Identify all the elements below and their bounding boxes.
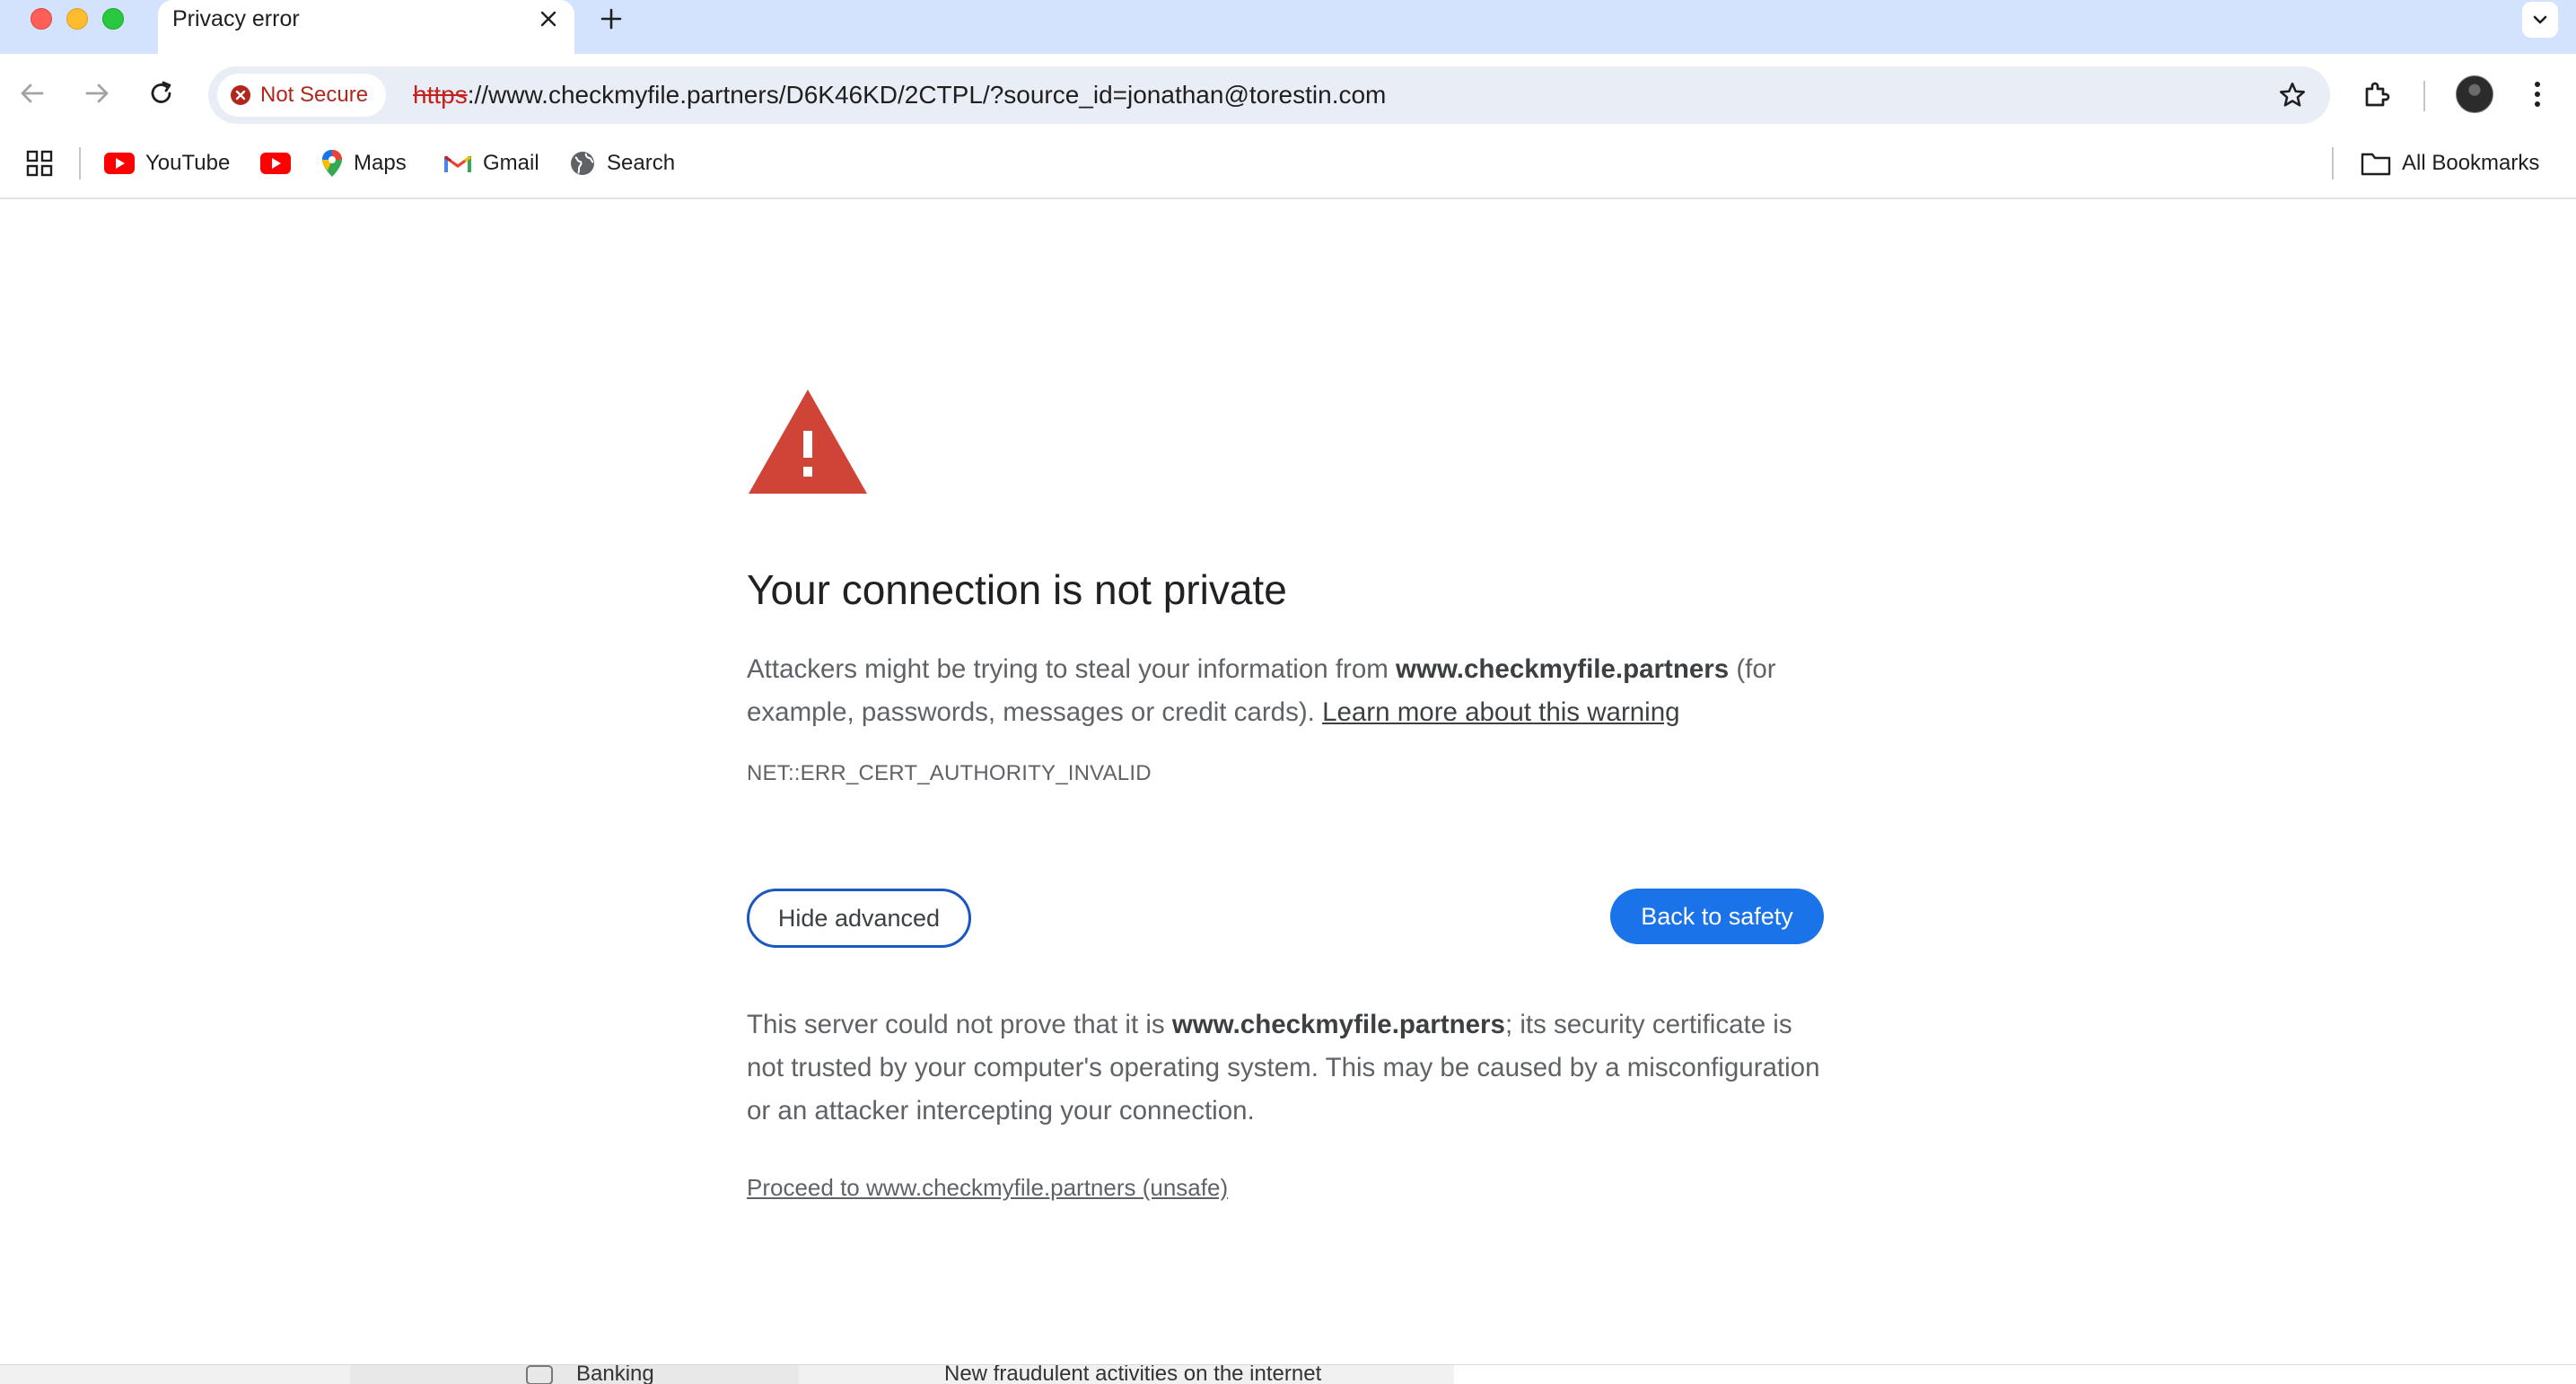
details-text: This server could not prove that it is	[747, 1010, 1172, 1039]
proceed-unsafe-link[interactable]: Proceed to www.checkmyfile.partners (uns…	[747, 1174, 1228, 1202]
bookmarks-divider	[2332, 147, 2334, 180]
warning-description: Attackers might be trying to steal your …	[747, 648, 1833, 734]
folder-icon	[2361, 151, 2391, 176]
close-icon[interactable]	[535, 5, 562, 32]
bookmark-youtube-icon-only[interactable]	[260, 145, 291, 181]
hide-advanced-button[interactable]: Hide advanced	[747, 889, 971, 948]
youtube-icon	[260, 153, 291, 174]
interstitial-page: Your connection is not private Attackers…	[0, 199, 2576, 1364]
maps-pin-icon	[321, 149, 343, 178]
window-zoom-button[interactable]	[102, 8, 124, 30]
background-headline: New fraudulent activities on the interne…	[944, 1364, 1322, 1384]
bookmark-label: Maps	[354, 151, 407, 175]
url-text[interactable]: https://www.checkmyfile.partners/D6K46KD…	[413, 81, 1386, 109]
globe-icon	[569, 150, 596, 177]
window-minimize-button[interactable]	[66, 8, 88, 30]
tab-privacy-error[interactable]: Privacy error	[158, 0, 574, 54]
window-close-button[interactable]	[31, 8, 52, 30]
background-panel	[350, 1365, 799, 1384]
advanced-details: This server could not prove that it is w…	[747, 1003, 1833, 1133]
security-chip[interactable]: Not Secure	[217, 74, 387, 117]
all-bookmarks-button[interactable]: All Bookmarks	[2361, 145, 2539, 181]
bookmark-gmail[interactable]: Gmail	[443, 145, 539, 181]
gmail-icon	[443, 153, 472, 174]
url-rest: ://www.checkmyfile.partners/D6K46KD/2CTP…	[467, 81, 1387, 109]
bookmark-label: Gmail	[483, 151, 539, 175]
page-title: Your connection is not private	[747, 566, 1287, 613]
bookmark-youtube[interactable]: YouTube	[104, 145, 230, 181]
bookmarks-divider	[79, 147, 81, 180]
warning-triangle-icon	[747, 388, 869, 495]
apps-grid-icon[interactable]	[25, 149, 54, 178]
reload-icon[interactable]	[142, 74, 181, 113]
toolbar-divider	[2423, 81, 2425, 111]
bookmark-search[interactable]: Search	[569, 145, 675, 181]
learn-more-link[interactable]: Learn more about this warning	[1322, 697, 1679, 727]
background-checkbox	[526, 1365, 553, 1384]
tab-title: Privacy error	[172, 6, 300, 31]
error-x-circle-icon	[230, 84, 251, 106]
tab-strip: Privacy error	[0, 0, 2576, 54]
all-bookmarks-label: All Bookmarks	[2402, 151, 2540, 175]
more-vert-icon[interactable]	[2524, 75, 2551, 113]
extensions-puzzle-icon[interactable]	[2359, 75, 2396, 113]
new-tab-plus-icon[interactable]	[596, 4, 626, 34]
details-domain: www.checkmyfile.partners	[1171, 1010, 1505, 1039]
warning-text: Attackers might be trying to steal your …	[747, 654, 1397, 684]
bookmark-star-icon[interactable]	[2276, 79, 2309, 111]
bookmarks-bar: YouTube Maps Gmail Search All Bookmarks	[0, 135, 2576, 199]
youtube-icon	[104, 153, 135, 174]
bookmark-label: YouTube	[145, 151, 231, 175]
background-window: Banking New fraudulent activities on the…	[0, 1364, 2576, 1384]
tab-search-chevron-down-icon[interactable]	[2522, 2, 2558, 38]
bookmark-maps[interactable]: Maps	[321, 145, 407, 181]
browser-toolbar: Not Secure https://www.checkmyfile.partn…	[0, 54, 2576, 135]
background-panel	[1454, 1365, 2576, 1384]
back-arrow-icon[interactable]	[13, 74, 52, 113]
background-item-label: Banking	[576, 1364, 654, 1384]
forward-arrow-icon[interactable]	[77, 74, 117, 113]
back-to-safety-button[interactable]: Back to safety	[1610, 889, 1824, 944]
url-scheme-crossed: https	[413, 81, 468, 109]
bookmark-label: Search	[607, 151, 676, 175]
security-chip-label: Not Secure	[260, 83, 369, 107]
error-code: NET::ERR_CERT_AUTHORITY_INVALID	[747, 761, 1152, 785]
address-bar[interactable]: Not Secure https://www.checkmyfile.partn…	[208, 66, 2330, 124]
warning-domain: www.checkmyfile.partners	[1396, 654, 1730, 684]
profile-avatar[interactable]	[2456, 75, 2493, 113]
